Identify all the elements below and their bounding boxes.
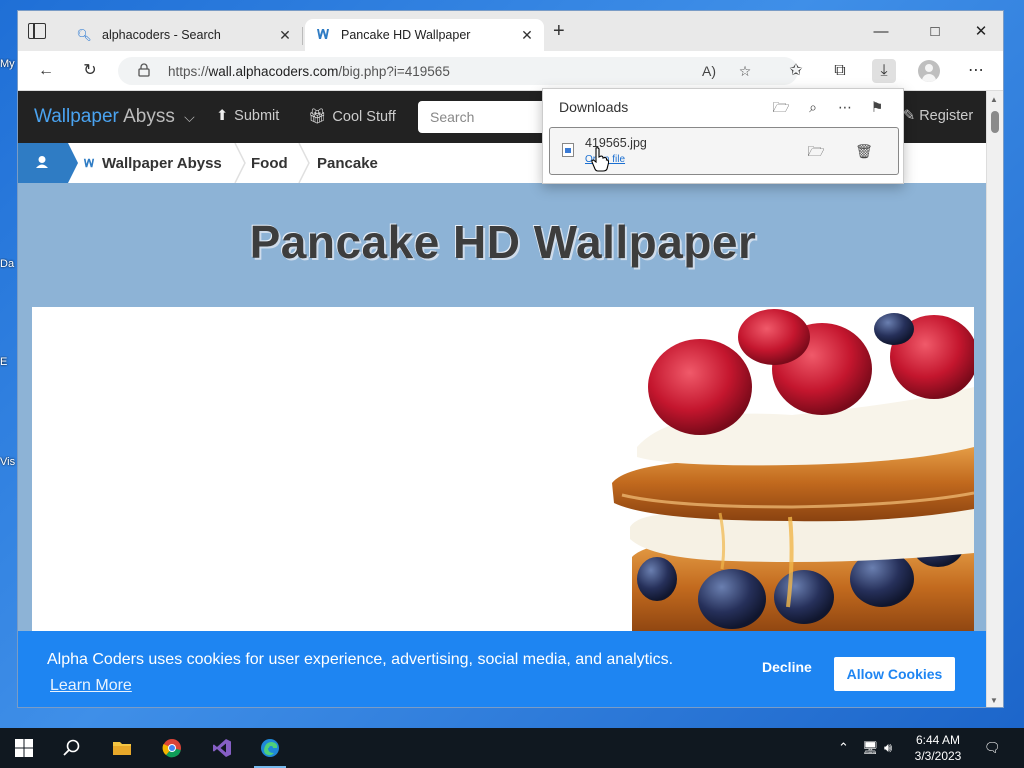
taskbar-visual-studio[interactable] — [198, 728, 246, 768]
desktop-icon-label[interactable]: Da — [0, 258, 18, 270]
close-icon[interactable]: ✕ — [278, 27, 292, 44]
cookie-banner: Alpha Coders uses cookies for user exper… — [18, 631, 988, 707]
back-arrow-icon[interactable]: ← — [34, 59, 58, 83]
tab-divider — [302, 27, 303, 45]
tab-search[interactable]: 🔍︎ alphacoders - Search ✕ — [66, 19, 302, 51]
url-path: /big.php?i=419565 — [338, 64, 450, 79]
show-in-folder-icon[interactable]: 🗁︎ — [806, 141, 826, 161]
breadcrumb-food[interactable]: Food — [251, 155, 288, 172]
taskbar: ⌃ 🖥︎ 🔊︎ 6:44 AM 3/3/2023 🗨︎ — [0, 728, 1024, 768]
windows-logo-icon — [15, 739, 33, 757]
tab-title: Pancake HD Wallpaper — [341, 28, 471, 42]
chevron-down-icon: ⌵ — [184, 109, 195, 125]
edge-icon — [261, 739, 279, 757]
url-prefix: https:// — [168, 64, 209, 79]
register-link[interactable]: ✎ Register — [903, 108, 973, 124]
cool-stuff-label: Cool Stuff — [332, 109, 396, 125]
taskbar-search-button[interactable] — [48, 728, 96, 768]
submit-link[interactable]: ⬆ Submit — [216, 108, 279, 124]
site-brand-menu[interactable]: Wallpaper Abyss ⌵ — [34, 106, 195, 128]
downloads-icon[interactable]: ⤓ — [872, 59, 896, 83]
delete-icon[interactable]: 🗑︎ — [854, 141, 874, 161]
open-downloads-folder-icon[interactable]: 🗁︎ — [771, 97, 791, 117]
tab-actions-icon[interactable] — [28, 23, 46, 39]
read-aloud-icon[interactable]: A) — [698, 60, 720, 82]
scroll-up-icon[interactable]: ▲ — [990, 95, 998, 104]
hand-cursor-icon — [591, 147, 609, 172]
maximize-icon[interactable]: □ — [912, 19, 958, 45]
home-icon — [36, 156, 48, 168]
clock-time: 6:44 AM — [915, 733, 961, 747]
pin-icon[interactable]: ⚑ — [867, 97, 887, 117]
url-text[interactable]: https://wall.alphacoders.com/big.php?i=4… — [168, 64, 450, 79]
downloads-title: Downloads — [559, 99, 629, 115]
breadcrumb-label: Wallpaper Abyss — [102, 155, 222, 172]
learn-more-link[interactable]: Learn More — [50, 677, 132, 695]
wallpaper-abyss-logo-icon — [83, 158, 95, 168]
taskbar-file-explorer[interactable] — [98, 728, 146, 768]
wallpaper-preview-image[interactable] — [32, 307, 974, 637]
volume-icon[interactable]: 🔊︎ — [884, 740, 892, 756]
address-bar[interactable]: https://wall.alphacoders.com/big.php?i=4… — [118, 57, 798, 85]
collections-icon[interactable]: ⧉ — [828, 59, 852, 83]
desktop-icon-label[interactable]: My — [0, 58, 18, 70]
clock-date: 3/3/2023 — [914, 749, 962, 763]
tab-strip: 🔍︎ alphacoders - Search ✕ Pancake HD Wal… — [18, 11, 1003, 51]
close-icon[interactable]: ✕ — [520, 27, 534, 44]
tab-pancake-wallpaper[interactable]: Pancake HD Wallpaper ✕ — [305, 19, 544, 51]
search-icon: 🔍︎ — [76, 28, 92, 42]
cookie-message: Alpha Coders uses cookies for user exper… — [47, 651, 674, 668]
breadcrumb-separator-icon — [298, 143, 310, 183]
submit-label: Submit — [234, 108, 280, 124]
network-icon[interactable]: 🖥︎ — [862, 740, 879, 756]
breadcrumb-wallpaper-abyss[interactable]: Wallpaper Abyss — [82, 155, 222, 172]
allow-cookies-button[interactable]: Allow Cookies — [834, 657, 955, 691]
scroll-down-icon[interactable]: ▼ — [990, 696, 998, 705]
browser-toolbar: ← ↻ https://wall.alphacoders.com/big.php… — [18, 51, 1003, 91]
breadcrumb-separator-icon — [234, 143, 246, 183]
breadcrumb-home[interactable] — [18, 143, 78, 183]
search-icon — [63, 739, 80, 756]
new-tab-icon[interactable]: + — [553, 21, 565, 41]
url-host: wall.alphacoders.com — [208, 64, 339, 79]
lock-icon[interactable] — [138, 63, 150, 77]
desktop-icon-label[interactable]: E — [0, 356, 18, 368]
search-downloads-icon[interactable]: ⌕ — [803, 97, 823, 117]
taskbar-clock[interactable]: 6:44 AM 3/3/2023 — [900, 732, 976, 764]
decline-cookies-button[interactable]: Decline — [762, 659, 812, 675]
taskbar-chrome[interactable] — [148, 728, 196, 768]
image-file-icon — [562, 143, 574, 157]
start-button[interactable] — [0, 728, 48, 768]
folder-icon — [113, 742, 131, 755]
page-scrollbar[interactable]: ▲ ▼ — [986, 91, 1003, 707]
add-favorite-icon[interactable]: ☆ — [734, 60, 756, 82]
site-search-input[interactable]: Search — [418, 101, 558, 133]
chrome-icon — [162, 739, 181, 758]
scrollbar-thumb[interactable] — [991, 111, 999, 133]
edit-icon: ✎ — [903, 108, 920, 124]
notifications-icon[interactable]: 🗨︎ — [984, 740, 1001, 756]
cool-stuff-link[interactable]: 🎁︎ Cool Stuff — [308, 108, 396, 125]
window-close-icon[interactable]: ✕ — [958, 19, 1003, 45]
taskbar-edge[interactable] — [246, 728, 294, 768]
minimize-icon[interactable]: — — [858, 19, 904, 45]
brand-secondary: Abyss — [123, 106, 175, 127]
more-options-icon[interactable]: ⋯ — [964, 59, 988, 83]
desktop-icon-label[interactable]: Vis — [0, 456, 18, 468]
visual-studio-icon — [213, 739, 231, 757]
favorites-icon[interactable]: ✩ — [784, 59, 808, 83]
breadcrumb-pancake: Pancake — [317, 155, 378, 172]
page-title: Pancake HD Wallpaper — [249, 216, 757, 268]
tab-title: alphacoders - Search — [102, 28, 221, 42]
register-label: Register — [919, 108, 974, 124]
upload-icon: ⬆ — [216, 108, 229, 124]
brand-primary: Wallpaper — [34, 106, 119, 127]
pancake-illustration — [612, 309, 974, 637]
more-options-icon[interactable]: ⋯ — [835, 97, 855, 117]
profile-avatar[interactable] — [918, 60, 940, 82]
tray-chevron-up-icon[interactable]: ⌃ — [838, 740, 849, 756]
wallpaper-abyss-logo-icon — [315, 27, 331, 44]
gift-icon: 🎁︎ — [308, 109, 327, 125]
refresh-icon[interactable]: ↻ — [78, 59, 102, 83]
